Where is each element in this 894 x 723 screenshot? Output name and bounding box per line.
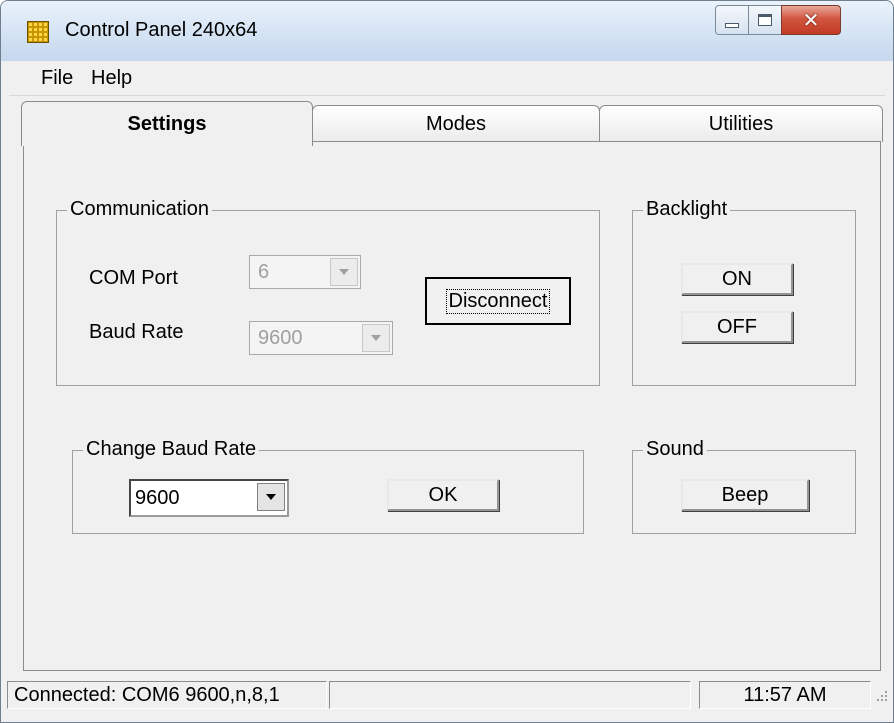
app-window: Control Panel 240x64 ✕ File Help Setting…	[0, 0, 894, 723]
title-bar[interactable]: Control Panel 240x64 ✕	[1, 1, 893, 61]
status-connection: Connected: COM6 9600,n,8,1	[7, 681, 327, 709]
com-port-value: 6	[258, 261, 270, 283]
com-port-dropdown-button[interactable]	[330, 258, 358, 286]
menu-file[interactable]: File	[39, 67, 75, 90]
window-title: Control Panel 240x64	[65, 19, 258, 41]
change-baud-select[interactable]: 9600	[129, 479, 289, 517]
settings-panel: Communication COM Port 6 Baud Rate 9600 …	[23, 141, 881, 671]
tab-modes[interactable]: Modes	[312, 105, 600, 142]
change-baud-dropdown-button[interactable]	[257, 483, 285, 511]
change-baud-group-title: Change Baud Rate	[83, 438, 260, 461]
size-grip-icon[interactable]	[873, 687, 889, 703]
status-time: 11:57 AM	[699, 681, 871, 709]
sound-group-title: Sound	[643, 438, 707, 461]
app-grid-icon	[27, 21, 49, 43]
chevron-down-icon	[266, 494, 276, 500]
baud-rate-dropdown-button[interactable]	[362, 324, 390, 352]
change-baud-value: 9600	[135, 487, 180, 509]
com-port-select[interactable]: 6	[249, 255, 361, 289]
tab-utilities[interactable]: Utilities	[599, 105, 883, 142]
communication-group: Communication COM Port 6 Baud Rate 9600 …	[56, 198, 600, 386]
menu-help[interactable]: Help	[89, 67, 134, 90]
sound-group: Sound Beep	[632, 438, 856, 534]
chevron-down-icon	[339, 269, 349, 275]
baud-rate-label: Baud Rate	[89, 321, 184, 343]
status-bar: Connected: COM6 9600,n,8,1 11:57 AM	[1, 677, 893, 722]
maximize-icon	[758, 14, 772, 26]
disconnect-button[interactable]: Disconnect	[425, 277, 571, 325]
backlight-off-button[interactable]: OFF	[681, 311, 793, 343]
baud-rate-value: 9600	[258, 327, 303, 349]
change-baud-group: Change Baud Rate 9600 OK	[72, 438, 584, 534]
beep-button[interactable]: Beep	[681, 479, 809, 511]
close-button[interactable]: ✕	[781, 5, 841, 35]
backlight-group-title: Backlight	[643, 198, 731, 221]
status-middle-pane	[329, 681, 691, 709]
com-port-label: COM Port	[89, 267, 178, 289]
baud-rate-select[interactable]: 9600	[249, 321, 393, 355]
tab-settings[interactable]: Settings	[21, 101, 313, 146]
backlight-on-button[interactable]: ON	[681, 263, 793, 295]
change-baud-ok-button[interactable]: OK	[387, 479, 499, 511]
maximize-button[interactable]	[748, 5, 782, 35]
close-icon: ✕	[802, 8, 820, 32]
backlight-group: Backlight ON OFF	[632, 198, 856, 386]
menu-bar: File Help	[9, 63, 885, 96]
minimize-icon	[725, 22, 739, 28]
disconnect-button-label: Disconnect	[445, 288, 551, 314]
minimize-button[interactable]	[715, 5, 749, 35]
chevron-down-icon	[371, 335, 381, 341]
communication-group-title: Communication	[67, 198, 212, 221]
